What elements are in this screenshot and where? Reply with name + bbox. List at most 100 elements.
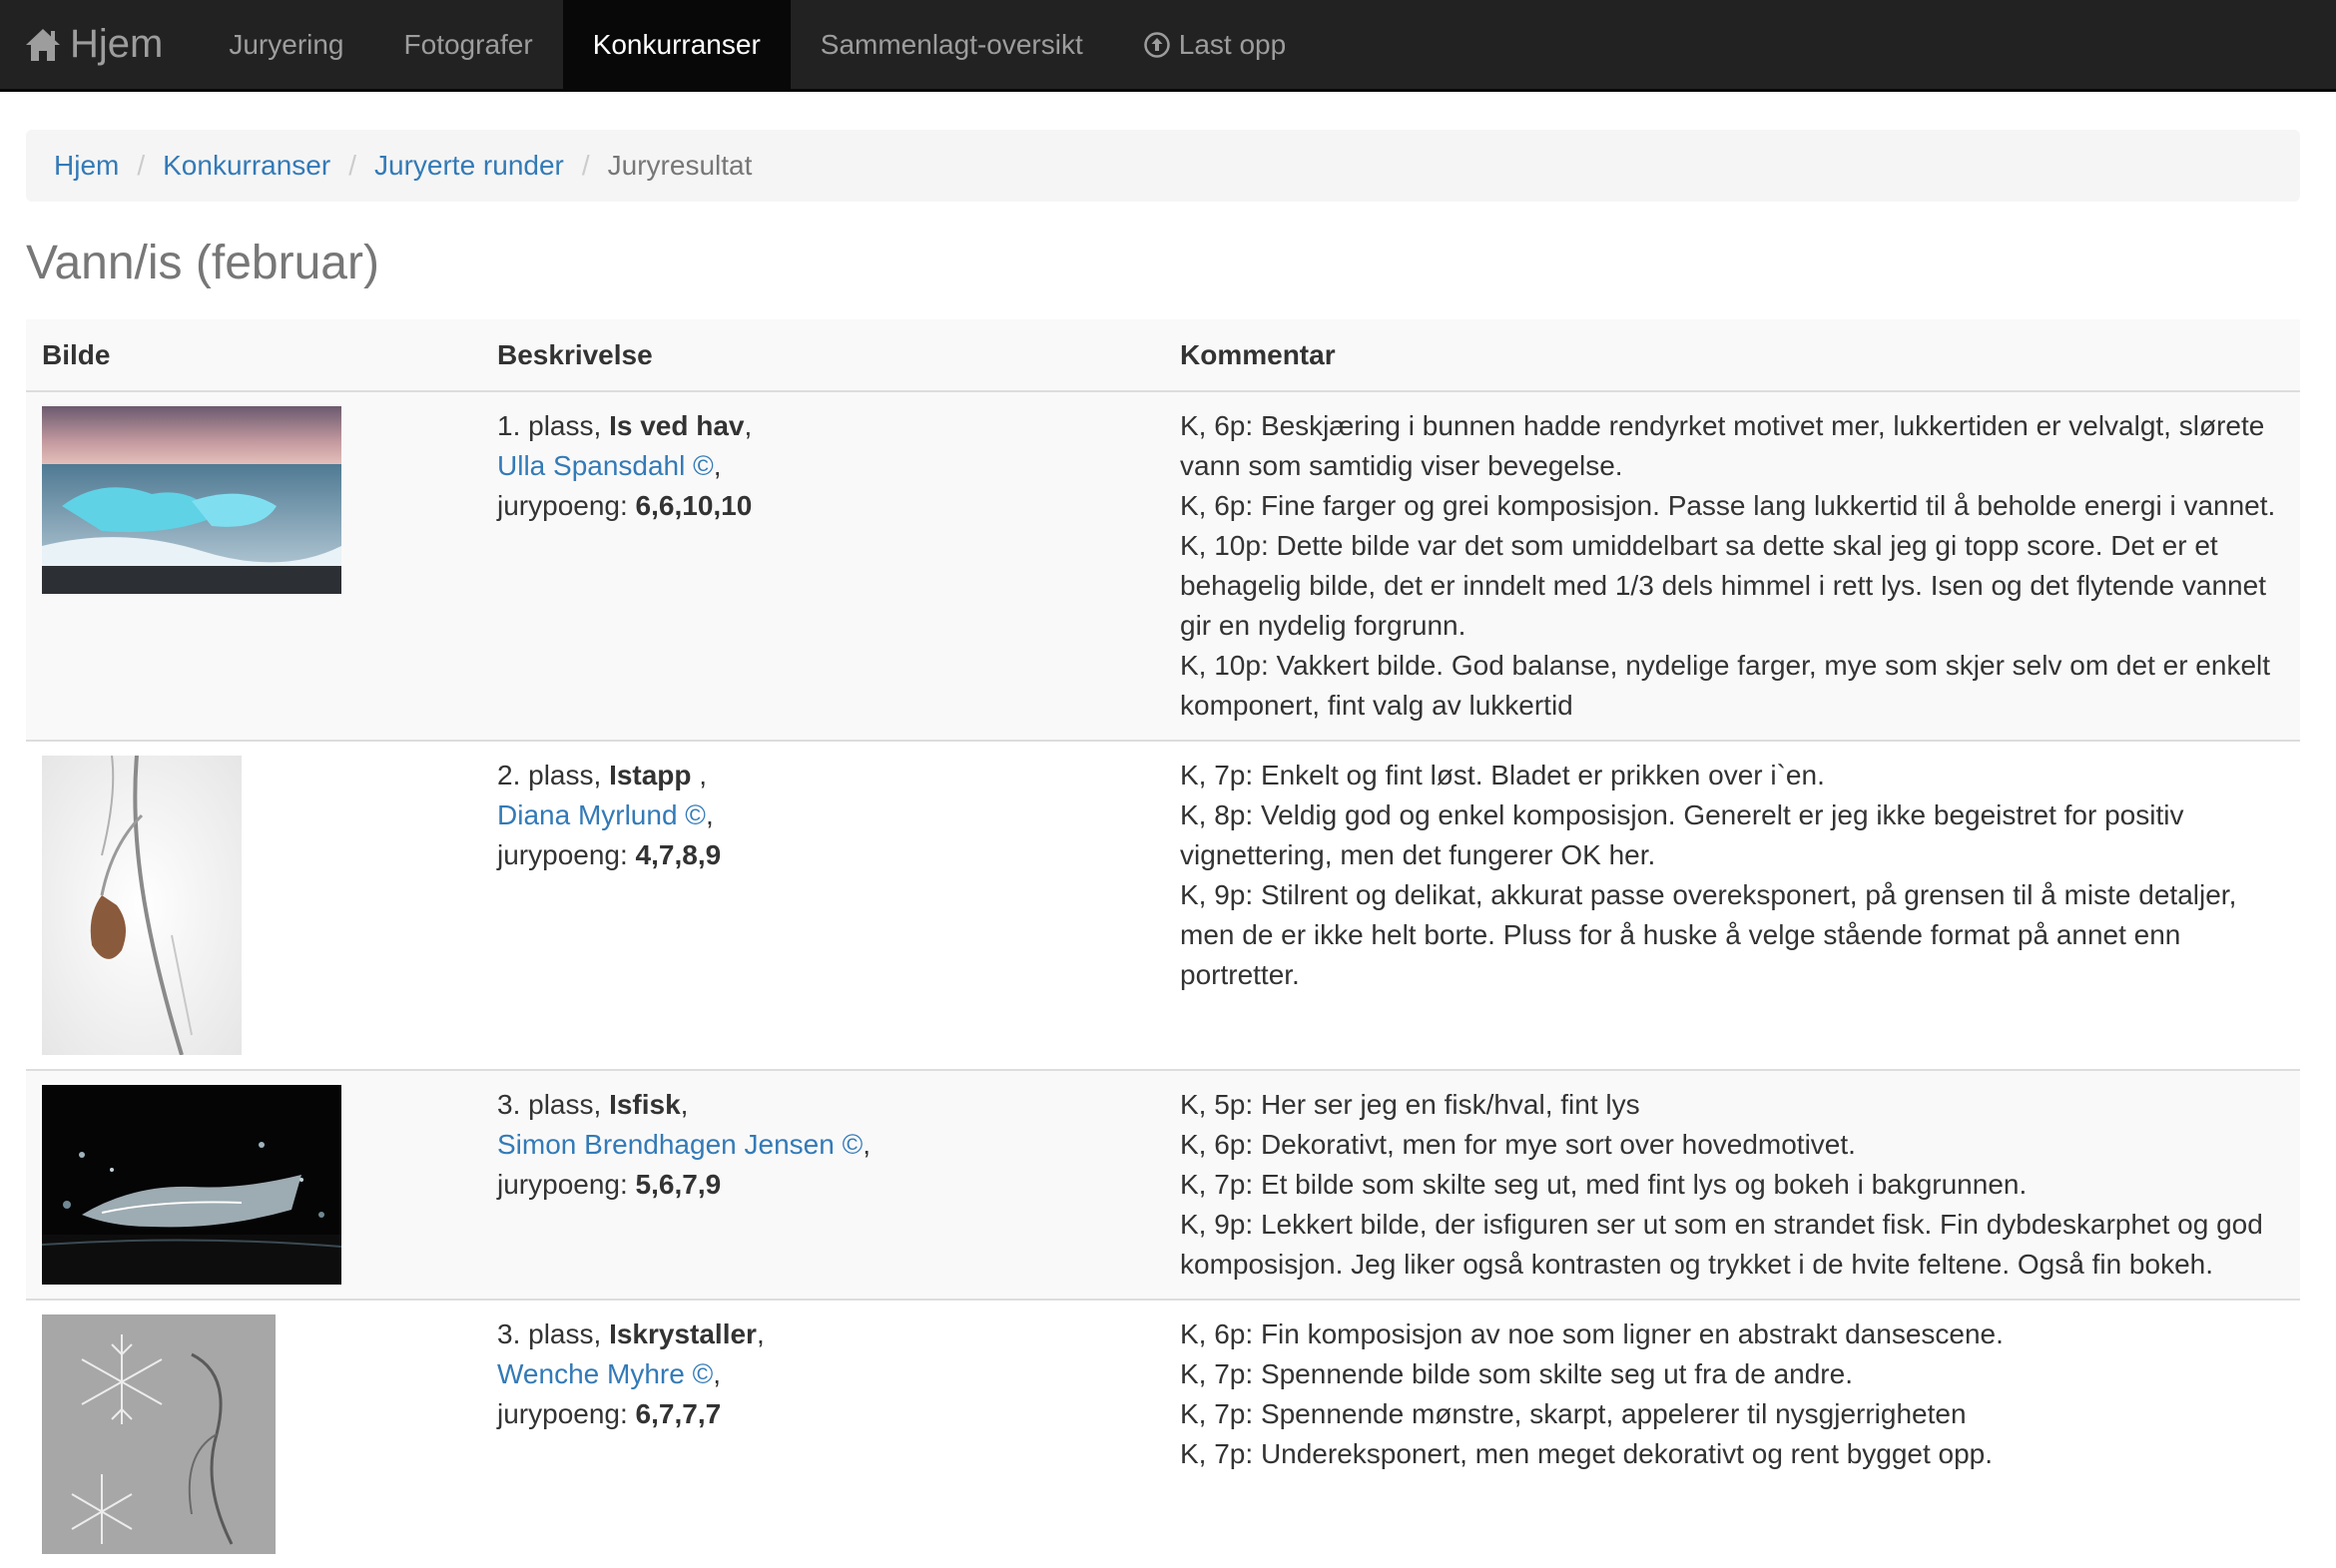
nav-item-juryering[interactable]: Juryering (199, 0, 373, 89)
description-cell: 1. plass, Is ved hav, Ulla Spansdahl ©, … (481, 390, 1164, 741)
jury-comment: K, 8p: Veldig god og enkel komposisjon. … (1180, 799, 2184, 870)
nav-item-sammenlagt-oversikt[interactable]: Sammenlagt-oversikt (791, 0, 1113, 89)
photographer-line: Ulla Spansdahl ©, (497, 450, 722, 481)
results-table: Bilde Beskrivelse Kommentar 1. plass, Is… (26, 319, 2300, 1568)
photo-thumbnail-is-ved-hav[interactable] (42, 406, 341, 594)
comment-cell: K, 6p: Beskjæring i bunnen hadde rendyrk… (1164, 390, 2300, 741)
points-label: jurypoeng: (497, 1169, 628, 1200)
photographer-link[interactable]: Wenche Myhre © (497, 1358, 713, 1389)
breadcrumb-link-konkurranser[interactable]: Konkurranser (163, 150, 330, 182)
photographer-link[interactable]: Simon Brendhagen Jensen © (497, 1129, 863, 1160)
points-line: jurypoeng: 6,6,10,10 (497, 486, 1148, 526)
jury-comment: K, 10p: Dette bilde var det som umiddelb… (1180, 530, 2266, 641)
nav-item-label: Sammenlagt-oversikt (820, 28, 1083, 60)
nav-item-label: Juryering (229, 28, 344, 60)
photographer-line: Wenche Myhre ©, (497, 1358, 721, 1389)
placement-label: 3. plass, (497, 1089, 602, 1120)
placement-label: 2. plass, (497, 760, 602, 790)
table-row: 2. plass, Istapp , Diana Myrlund ©, jury… (26, 740, 2300, 1070)
photo-thumbnail-iskrystaller[interactable] (42, 1314, 276, 1554)
top-navbar: Hjem Juryering Fotografer Konkurranser S… (0, 0, 2336, 92)
jury-comment: K, 7p: Et bilde som skilte seg ut, med f… (1180, 1169, 2028, 1200)
breadcrumb-current: Juryresultat (607, 150, 753, 181)
breadcrumb-separator: / (581, 150, 590, 181)
photo-title: Iskrystaller (609, 1318, 757, 1349)
home-icon (26, 28, 60, 61)
comment-cell: K, 7p: Enkelt og fint løst. Bladet er pr… (1164, 740, 2300, 1070)
upload-circle-icon (1144, 31, 1170, 58)
points-line: jurypoeng: 6,7,7,7 (497, 1394, 1148, 1434)
title-suffix: , (756, 1318, 765, 1349)
photographer-link[interactable]: Ulla Spansdahl © (497, 450, 714, 481)
points-value: 5,6,7,9 (635, 1169, 722, 1200)
header-beskrivelse: Beskrivelse (481, 319, 1164, 392)
image-cell (26, 740, 481, 1070)
table-row: 3. plass, Iskrystaller, Wenche Myhre ©, … (26, 1299, 2300, 1568)
placement-label: 1. plass, (497, 410, 602, 441)
points-label: jurypoeng: (497, 1398, 628, 1429)
photographer-link[interactable]: Diana Myrlund © (497, 799, 706, 830)
placement-line: 3. plass, Iskrystaller, (497, 1314, 1148, 1354)
jury-comment: K, 7p: Spennende mønstre, skarpt, appele… (1180, 1398, 1967, 1429)
jury-comment: K, 6p: Fin komposisjon av noe som ligner… (1180, 1318, 2004, 1349)
nav-item-label: Fotografer (403, 28, 533, 60)
table-header-row: Bilde Beskrivelse Kommentar (26, 319, 2300, 392)
table-row: 3. plass, Isfisk, Simon Brendhagen Jense… (26, 1069, 2300, 1300)
points-value: 6,6,10,10 (635, 490, 753, 521)
jury-comment: K, 7p: Spennende bilde som skilte seg ut… (1180, 1358, 1853, 1389)
nav-brand-label: Hjem (70, 22, 164, 66)
jury-comment: K, 9p: Lekkert bilde, der isfiguren ser … (1180, 1209, 2263, 1280)
points-value: 6,7,7,7 (635, 1398, 722, 1429)
description-cell: 3. plass, Iskrystaller, Wenche Myhre ©, … (481, 1299, 1164, 1568)
placement-line: 3. plass, Isfisk, (497, 1085, 1148, 1125)
points-value: 4,7,8,9 (635, 839, 722, 870)
jury-comment: K, 10p: Vakkert bilde. God balanse, nyde… (1180, 650, 2271, 721)
title-suffix: , (680, 1089, 689, 1120)
page-title: Vann/is (februar) (26, 237, 379, 289)
nav-item-fotografer[interactable]: Fotografer (374, 0, 563, 89)
image-cell (26, 390, 481, 741)
jury-comment: K, 6p: Fine farger og grei komposisjon. … (1180, 490, 2276, 521)
jury-comment: K, 6p: Beskjæring i bunnen hadde rendyrk… (1180, 410, 2265, 481)
nav-item-label: Last opp (1178, 28, 1287, 60)
description-cell: 2. plass, Istapp , Diana Myrlund ©, jury… (481, 740, 1164, 1070)
nav-item-konkurranser[interactable]: Konkurranser (562, 0, 791, 89)
jury-comment: K, 5p: Her ser jeg en fisk/hval, fint ly… (1180, 1089, 1640, 1120)
comment-cell: K, 6p: Fin komposisjon av noe som ligner… (1164, 1299, 2300, 1568)
title-suffix: , (744, 410, 753, 441)
photo-title: Istapp (609, 760, 692, 790)
header-bilde: Bilde (26, 319, 481, 392)
photographer-line: Diana Myrlund ©, (497, 799, 714, 830)
breadcrumb-link-hjem[interactable]: Hjem (54, 150, 119, 182)
table-row: 1. plass, Is ved hav, Ulla Spansdahl ©, … (26, 390, 2300, 741)
placement-label: 3. plass, (497, 1318, 602, 1349)
comment-cell: K, 5p: Her ser jeg en fisk/hval, fint ly… (1164, 1069, 2300, 1300)
placement-line: 2. plass, Istapp , (497, 756, 1148, 795)
points-label: jurypoeng: (497, 490, 628, 521)
jury-comment: K, 6p: Dekorativt, men for mye sort over… (1180, 1129, 1856, 1160)
header-kommentar: Kommentar (1164, 319, 2300, 392)
points-line: jurypoeng: 4,7,8,9 (497, 835, 1148, 875)
nav-brand-home[interactable]: Hjem (24, 0, 199, 89)
breadcrumb-separator: / (348, 150, 356, 181)
image-cell (26, 1069, 481, 1300)
image-cell (26, 1299, 481, 1568)
jury-comment: K, 7p: Enkelt og fint løst. Bladet er pr… (1180, 760, 1825, 790)
nav-item-label: Konkurranser (592, 28, 761, 60)
title-suffix: , (691, 760, 708, 790)
points-line: jurypoeng: 5,6,7,9 (497, 1165, 1148, 1205)
points-label: jurypoeng: (497, 839, 628, 870)
jury-comment: K, 7p: Undereksponert, men meget dekorat… (1180, 1438, 1994, 1469)
nav-item-last-opp[interactable]: Last opp (1113, 0, 1316, 89)
description-cell: 3. plass, Isfisk, Simon Brendhagen Jense… (481, 1069, 1164, 1300)
photo-title: Is ved hav (609, 410, 745, 441)
placement-line: 1. plass, Is ved hav, (497, 406, 1148, 446)
breadcrumb-link-juryerte-runder[interactable]: Juryerte runder (374, 150, 564, 182)
photographer-line: Simon Brendhagen Jensen ©, (497, 1129, 871, 1160)
breadcrumb-separator: / (137, 150, 146, 181)
photo-thumbnail-isfisk[interactable] (42, 1085, 341, 1285)
photo-title: Isfisk (609, 1089, 681, 1120)
breadcrumb: Hjem / Konkurranser / Juryerte runder / … (26, 130, 2300, 202)
photo-thumbnail-istapp[interactable] (42, 756, 242, 1055)
jury-comment: K, 9p: Stilrent og delikat, akkurat pass… (1180, 879, 2237, 990)
